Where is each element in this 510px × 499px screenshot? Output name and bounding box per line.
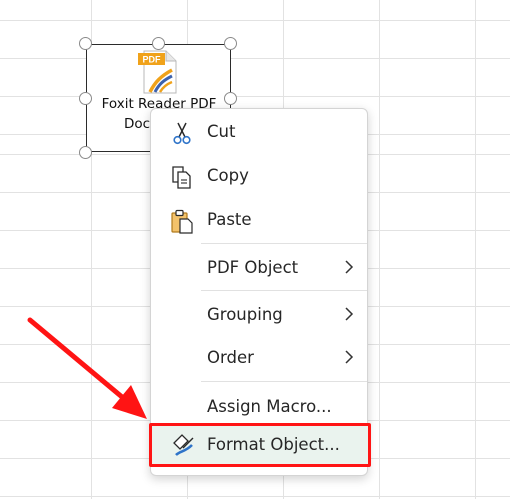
annotation-arrow	[27, 317, 147, 419]
spreadsheet-canvas: PDF Foxit Reader PDF Document Cut	[0, 0, 510, 499]
